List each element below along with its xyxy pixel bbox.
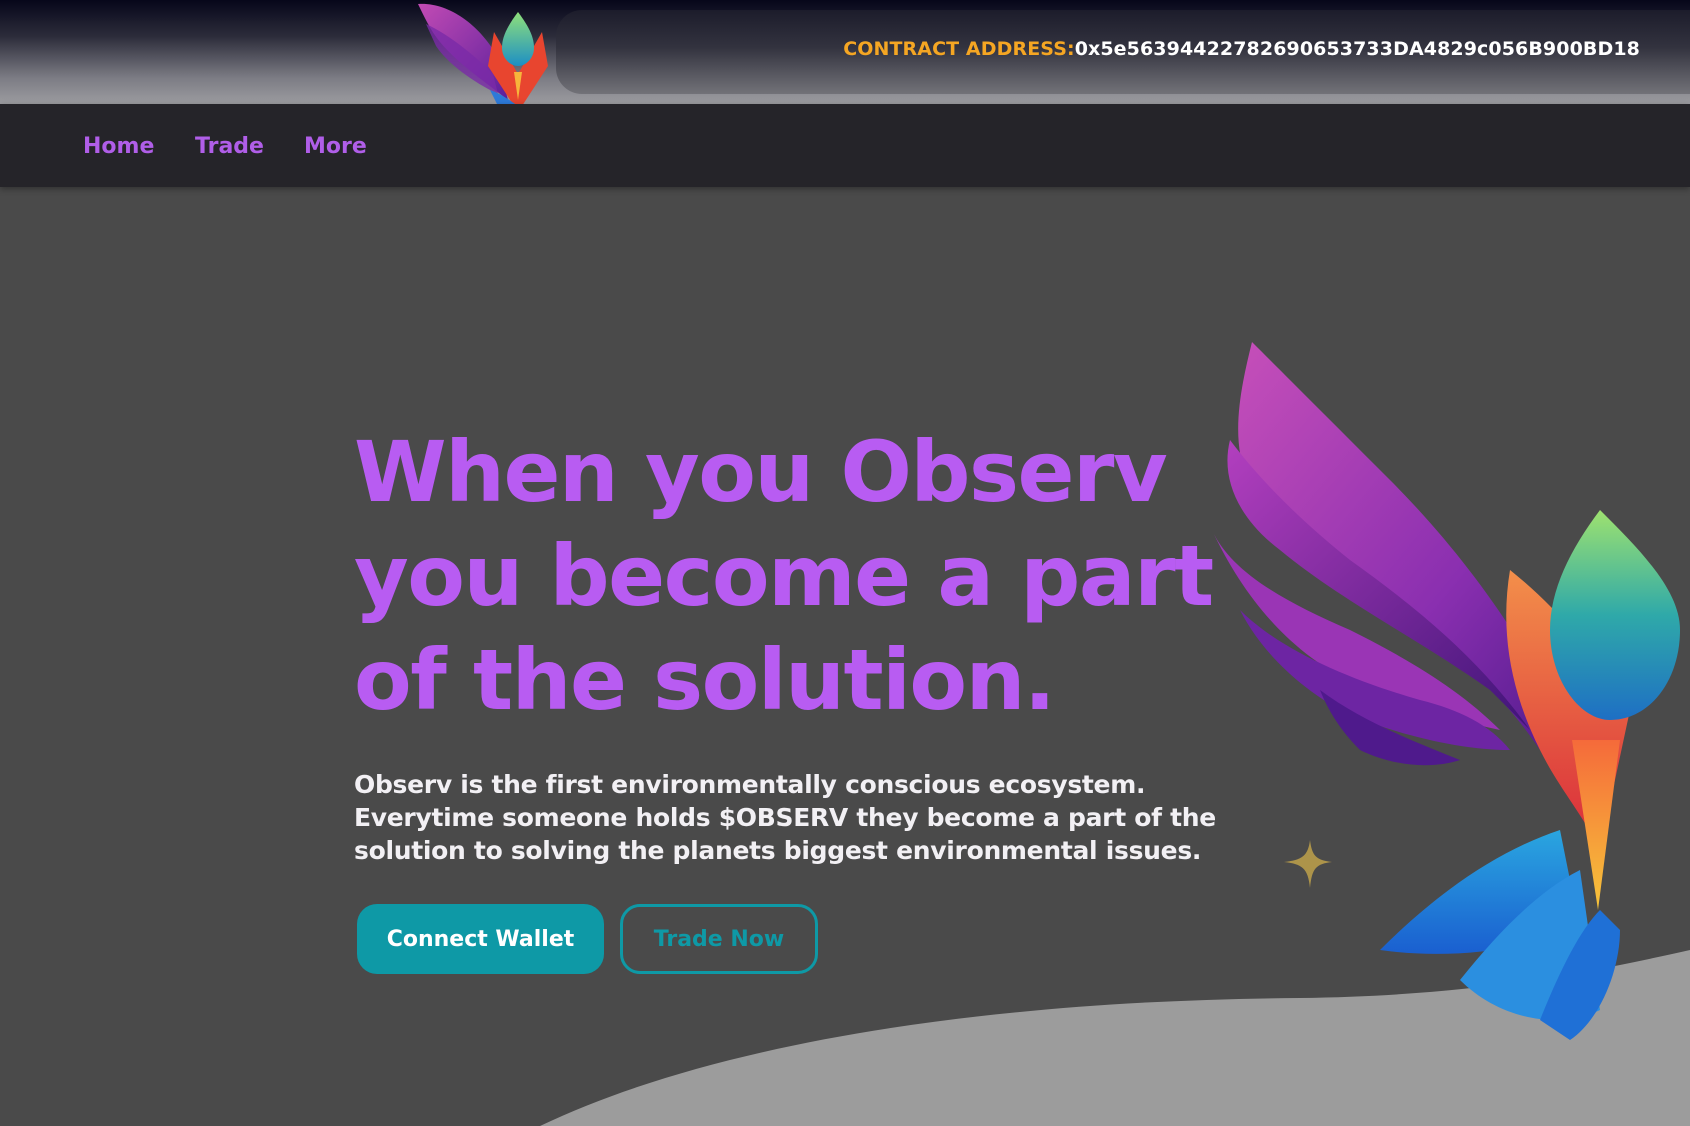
- hero-description-line-3: solution to solving the planets biggest …: [354, 836, 1202, 865]
- hero-description-line-1: Observ is the first environmentally cons…: [354, 770, 1146, 799]
- contract-address: CONTRACT ADDRESS:0x5e5639442278269065373…: [843, 38, 1640, 60]
- top-bar: CONTRACT ADDRESS:0x5e5639442278269065373…: [0, 0, 1690, 104]
- main-nav: Home Trade More: [0, 104, 1690, 187]
- hero-description: Observ is the first environmentally cons…: [354, 768, 1234, 867]
- nav-home-link[interactable]: Home: [83, 134, 154, 159]
- phoenix-bird-icon: [1212, 342, 1680, 1040]
- contract-address-value[interactable]: 0x5e56394422782690653733DA4829c056B900BD…: [1075, 38, 1640, 60]
- hero-title-line-2: you become a part: [354, 527, 1214, 625]
- hero-title-line-1: When you Observ: [354, 423, 1168, 521]
- hero-description-line-2: Everytime someone holds $OBSERV they bec…: [354, 803, 1216, 832]
- nav-trade-link[interactable]: Trade: [195, 134, 264, 159]
- hero-title: When you Observ you become a part of the…: [354, 420, 1254, 732]
- trade-now-button[interactable]: Trade Now: [620, 904, 818, 974]
- hero-title-line-3: of the solution.: [354, 631, 1056, 729]
- sparkle-star-icon: [1284, 840, 1332, 888]
- contract-address-label: CONTRACT ADDRESS:: [843, 38, 1075, 60]
- nav-more-link[interactable]: More: [304, 134, 367, 159]
- connect-wallet-button[interactable]: Connect Wallet: [357, 904, 604, 974]
- observ-phoenix-logo-icon[interactable]: [418, 0, 558, 104]
